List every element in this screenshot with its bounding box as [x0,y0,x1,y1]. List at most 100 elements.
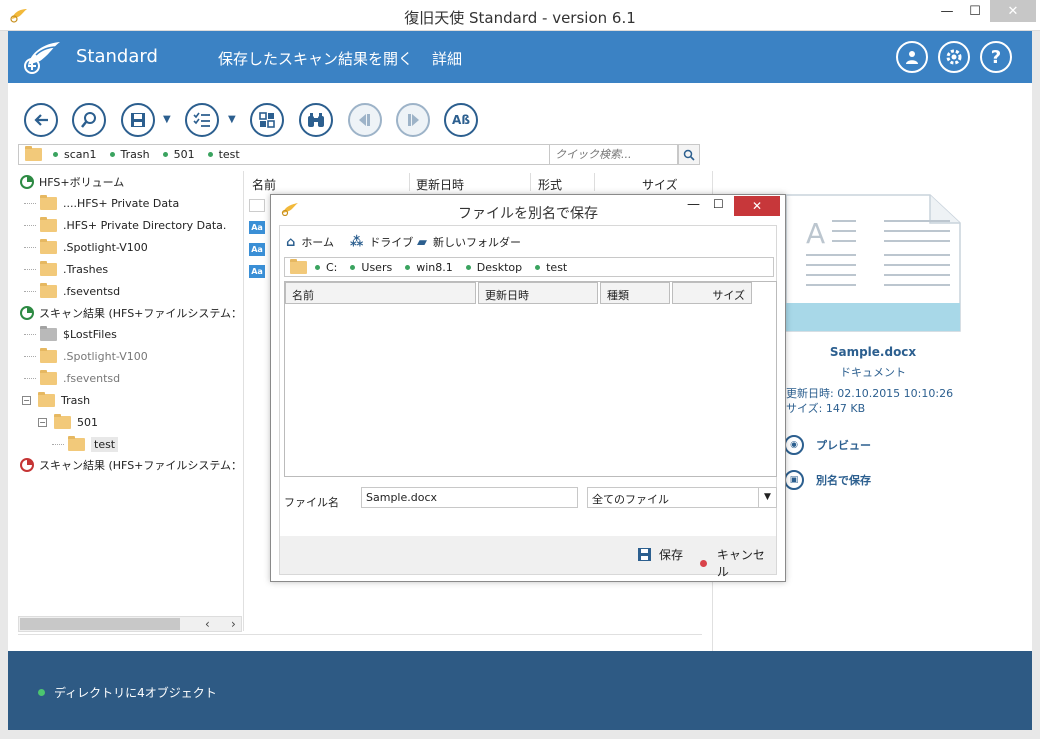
tree-node[interactable]: − Trash [22,391,90,409]
save-icon[interactable] [121,103,155,137]
breadcrumb-item[interactable]: test [208,148,240,161]
breadcrumb-item[interactable]: scan1 [53,148,97,161]
font-file-icon: Aa [249,265,265,278]
column-name[interactable]: 名前 [252,176,276,193]
dialog-breadcrumb: C: Users win8.1 Desktop test [284,257,774,277]
dialog-body: ⌂ ホーム ⁂ ドライブ ▰ 新しいフォルダー C: Users win8.1 … [279,225,777,579]
preview-filetype: ドキュメント [840,366,906,379]
preview-size: サイズ: 147 KB [786,402,866,415]
eye-icon: ◉ [784,435,804,455]
logo-icon [24,42,60,74]
open-saved-scan-link[interactable]: 保存したスキャン結果を開く [218,48,413,69]
checklist-dropdown-icon[interactable]: ▼ [228,114,236,125]
column-type[interactable]: 種類 [600,282,670,304]
scrollbar-thumb[interactable] [20,618,180,630]
folder-icon [40,282,57,298]
dialog-file-list[interactable]: 名前 更新日時 種類 サイズ [284,281,777,477]
column-size[interactable]: サイズ [642,176,678,193]
checklist-icon[interactable] [185,103,219,137]
dialog-titlebar: ファイルを別名で保存 — ☐ ✕ [271,195,785,223]
back-icon[interactable] [24,103,58,137]
scroll-left-icon[interactable]: ‹ [205,617,210,631]
search-icon[interactable] [72,103,106,137]
font-file-icon: Aa [249,221,265,234]
breadcrumb: scan1 Trash 501 test [18,144,550,165]
folder-icon [40,194,57,210]
column-modified[interactable]: 更新日時 [478,282,598,304]
column-format[interactable]: 形式 [538,176,562,193]
tree-node[interactable]: スキャン結果 (HFS+ファイルシステム：40.7 [20,456,242,474]
minimize-button[interactable]: — [934,0,960,22]
tree-node-selected[interactable]: test [52,435,119,453]
breadcrumb-item[interactable]: Users [350,261,392,274]
quick-search-input[interactable] [549,144,678,165]
collapse-icon[interactable]: − [22,395,31,405]
tree-node[interactable]: .fseventsd [24,282,120,300]
maximize-button[interactable]: ☐ [962,0,988,22]
file-type-select[interactable]: 全てのファイル ▼ [587,487,777,508]
help-icon[interactable]: ? [980,41,1012,73]
folder-icon [40,238,57,254]
search-button[interactable] [678,144,700,165]
scroll-right-icon[interactable]: › [231,617,236,631]
font-file-icon: Aa [249,243,265,256]
tree-node[interactable]: .Trashes [24,260,108,278]
save-as-button[interactable]: ▣ 別名で保存 [784,469,871,491]
new-folder-button[interactable]: ▰ 新しいフォルダー [417,234,521,250]
tree-node[interactable]: .HFS+ Private Directory Data. [24,216,226,234]
save-button[interactable]: 保存 [638,546,683,563]
prev-icon[interactable] [348,103,382,137]
breadcrumb-item[interactable]: win8.1 [405,261,453,274]
cancel-button[interactable]: キャンセル [700,546,776,580]
tree-node[interactable]: − 501 [38,413,98,431]
tree-horizontal-scrollbar[interactable]: ‹ › [18,616,242,632]
tree-node[interactable]: $LostFiles [24,325,117,343]
case-icon[interactable]: Aß [444,103,478,137]
filename-input[interactable]: Sample.docx [361,487,578,508]
drive-button[interactable]: ⁂ ドライブ [350,234,413,250]
home-icon: ⌂ [286,234,296,250]
breadcrumb-item[interactable]: test [535,261,567,274]
tree-node[interactable]: HFS+ボリューム [20,173,124,191]
grid-icon[interactable] [250,103,284,137]
divider [243,171,244,631]
document-icon [249,199,265,212]
dialog-close-button[interactable]: ✕ [734,196,780,216]
column-size[interactable]: サイズ [672,282,752,304]
user-icon[interactable] [896,41,928,73]
breadcrumb-item[interactable]: 501 [163,148,195,161]
save-dropdown-icon[interactable]: ▼ [163,114,171,125]
close-button[interactable]: ✕ [990,0,1036,22]
tree-node[interactable]: .fseventsd [24,369,120,387]
folder-icon [40,216,57,232]
home-button[interactable]: ⌂ ホーム [286,234,334,250]
tree-node[interactable]: ....HFS+ Private Data [24,194,179,212]
column-name[interactable]: 名前 [285,282,476,304]
save-as-dialog: ファイルを別名で保存 — ☐ ✕ ⌂ ホーム ⁂ ドライブ ▰ 新しいフォルダー… [270,194,786,582]
binoculars-icon[interactable] [299,103,333,137]
preview-filename: Sample.docx [829,345,917,359]
drive-icon: ⁂ [350,234,364,250]
breadcrumb-item[interactable]: Trash [110,148,150,161]
gear-icon[interactable] [938,41,970,73]
file-list-header: 名前 更新日時 形式 サイズ [244,171,700,193]
next-icon[interactable] [396,103,430,137]
preview-button[interactable]: ◉ プレビュー [784,434,871,456]
chevron-down-icon[interactable]: ▼ [758,488,776,507]
dialog-maximize-button[interactable]: ☐ [713,197,724,211]
breadcrumb-item[interactable]: Desktop [466,261,522,274]
volume-pie-icon [20,175,34,189]
tree-node[interactable]: .Spotlight-V100 [24,238,148,256]
breadcrumb-item[interactable]: C: [315,261,337,274]
save-icon: ▣ [784,470,804,490]
collapse-icon[interactable]: − [38,417,47,427]
details-link[interactable]: 詳細 [432,48,462,69]
window-titlebar: 復旧天使 Standard - version 6.1 — ☐ ✕ [0,0,1040,31]
tree-node[interactable]: .Spotlight-V100 [24,347,148,365]
svg-text:A: A [806,217,825,250]
app-header: Standard 保存したスキャン結果を開く 詳細 ? [8,31,1032,83]
tree-node[interactable]: スキャン結果 (HFS+ファイルシステム：41.5 [20,304,242,322]
column-modified[interactable]: 更新日時 [416,176,464,193]
dialog-minimize-button[interactable]: — [687,197,700,212]
folder-icon [40,347,57,363]
